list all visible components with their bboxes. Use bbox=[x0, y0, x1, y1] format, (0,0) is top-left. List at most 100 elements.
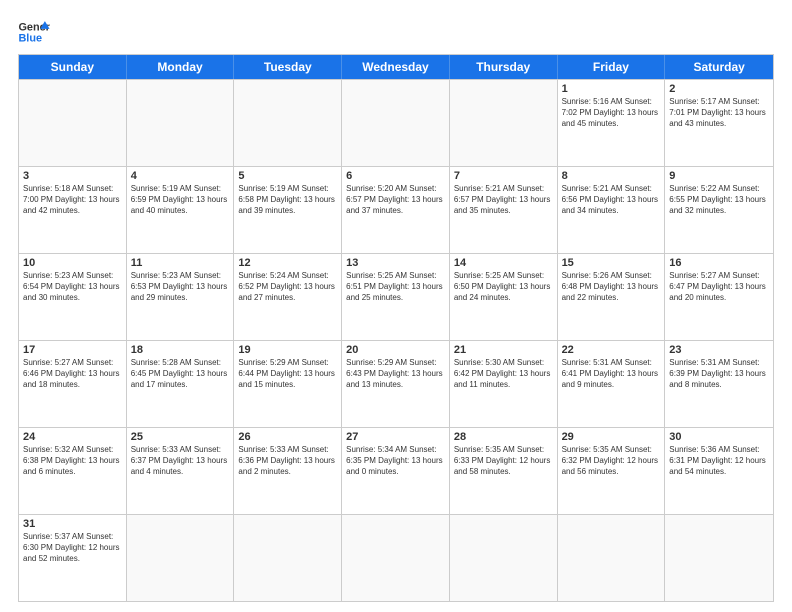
day-number: 2 bbox=[669, 83, 769, 95]
calendar-row-1: 3Sunrise: 5:18 AM Sunset: 7:00 PM Daylig… bbox=[19, 166, 773, 253]
day-info: Sunrise: 5:33 AM Sunset: 6:36 PM Dayligh… bbox=[238, 444, 337, 478]
day-cell-4: 4Sunrise: 5:19 AM Sunset: 6:59 PM Daylig… bbox=[127, 167, 235, 253]
day-cell-15: 15Sunrise: 5:26 AM Sunset: 6:48 PM Dayli… bbox=[558, 254, 666, 340]
weekday-header-tuesday: Tuesday bbox=[234, 55, 342, 79]
weekday-header-sunday: Sunday bbox=[19, 55, 127, 79]
day-cell-17: 17Sunrise: 5:27 AM Sunset: 6:46 PM Dayli… bbox=[19, 341, 127, 427]
day-cell-31: 31Sunrise: 5:37 AM Sunset: 6:30 PM Dayli… bbox=[19, 515, 127, 601]
day-number: 17 bbox=[23, 344, 122, 356]
day-cell-11: 11Sunrise: 5:23 AM Sunset: 6:53 PM Dayli… bbox=[127, 254, 235, 340]
day-number: 20 bbox=[346, 344, 445, 356]
day-info: Sunrise: 5:19 AM Sunset: 6:59 PM Dayligh… bbox=[131, 183, 230, 217]
day-number: 21 bbox=[454, 344, 553, 356]
day-info: Sunrise: 5:32 AM Sunset: 6:38 PM Dayligh… bbox=[23, 444, 122, 478]
day-cell-26: 26Sunrise: 5:33 AM Sunset: 6:36 PM Dayli… bbox=[234, 428, 342, 514]
day-cell-9: 9Sunrise: 5:22 AM Sunset: 6:55 PM Daylig… bbox=[665, 167, 773, 253]
day-cell-20: 20Sunrise: 5:29 AM Sunset: 6:43 PM Dayli… bbox=[342, 341, 450, 427]
day-info: Sunrise: 5:36 AM Sunset: 6:31 PM Dayligh… bbox=[669, 444, 769, 478]
day-number: 18 bbox=[131, 344, 230, 356]
day-number: 16 bbox=[669, 257, 769, 269]
day-info: Sunrise: 5:22 AM Sunset: 6:55 PM Dayligh… bbox=[669, 183, 769, 217]
day-cell-empty-0-4 bbox=[450, 80, 558, 166]
day-cell-empty-5-3 bbox=[342, 515, 450, 601]
day-info: Sunrise: 5:25 AM Sunset: 6:51 PM Dayligh… bbox=[346, 270, 445, 304]
day-cell-5: 5Sunrise: 5:19 AM Sunset: 6:58 PM Daylig… bbox=[234, 167, 342, 253]
day-cell-empty-5-6 bbox=[665, 515, 773, 601]
day-info: Sunrise: 5:33 AM Sunset: 6:37 PM Dayligh… bbox=[131, 444, 230, 478]
calendar-row-3: 17Sunrise: 5:27 AM Sunset: 6:46 PM Dayli… bbox=[19, 340, 773, 427]
calendar: SundayMondayTuesdayWednesdayThursdayFrid… bbox=[18, 54, 774, 602]
day-number: 11 bbox=[131, 257, 230, 269]
day-number: 30 bbox=[669, 431, 769, 443]
day-number: 25 bbox=[131, 431, 230, 443]
day-number: 3 bbox=[23, 170, 122, 182]
day-number: 5 bbox=[238, 170, 337, 182]
day-info: Sunrise: 5:25 AM Sunset: 6:50 PM Dayligh… bbox=[454, 270, 553, 304]
day-number: 10 bbox=[23, 257, 122, 269]
day-cell-19: 19Sunrise: 5:29 AM Sunset: 6:44 PM Dayli… bbox=[234, 341, 342, 427]
day-number: 1 bbox=[562, 83, 661, 95]
day-number: 23 bbox=[669, 344, 769, 356]
day-info: Sunrise: 5:23 AM Sunset: 6:53 PM Dayligh… bbox=[131, 270, 230, 304]
generalblue-logo-icon: General Blue bbox=[18, 18, 50, 46]
day-info: Sunrise: 5:27 AM Sunset: 6:47 PM Dayligh… bbox=[669, 270, 769, 304]
day-info: Sunrise: 5:29 AM Sunset: 6:44 PM Dayligh… bbox=[238, 357, 337, 391]
day-info: Sunrise: 5:29 AM Sunset: 6:43 PM Dayligh… bbox=[346, 357, 445, 391]
logo: General Blue bbox=[18, 18, 50, 46]
day-info: Sunrise: 5:21 AM Sunset: 6:56 PM Dayligh… bbox=[562, 183, 661, 217]
day-cell-8: 8Sunrise: 5:21 AM Sunset: 6:56 PM Daylig… bbox=[558, 167, 666, 253]
day-info: Sunrise: 5:31 AM Sunset: 6:39 PM Dayligh… bbox=[669, 357, 769, 391]
day-number: 26 bbox=[238, 431, 337, 443]
day-cell-empty-5-1 bbox=[127, 515, 235, 601]
day-cell-10: 10Sunrise: 5:23 AM Sunset: 6:54 PM Dayli… bbox=[19, 254, 127, 340]
day-number: 15 bbox=[562, 257, 661, 269]
weekday-header-friday: Friday bbox=[558, 55, 666, 79]
day-number: 29 bbox=[562, 431, 661, 443]
day-number: 31 bbox=[23, 518, 122, 530]
day-number: 28 bbox=[454, 431, 553, 443]
day-number: 14 bbox=[454, 257, 553, 269]
day-number: 12 bbox=[238, 257, 337, 269]
day-info: Sunrise: 5:24 AM Sunset: 6:52 PM Dayligh… bbox=[238, 270, 337, 304]
calendar-row-0: 1Sunrise: 5:16 AM Sunset: 7:02 PM Daylig… bbox=[19, 79, 773, 166]
day-number: 27 bbox=[346, 431, 445, 443]
day-info: Sunrise: 5:35 AM Sunset: 6:33 PM Dayligh… bbox=[454, 444, 553, 478]
calendar-row-4: 24Sunrise: 5:32 AM Sunset: 6:38 PM Dayli… bbox=[19, 427, 773, 514]
day-cell-1: 1Sunrise: 5:16 AM Sunset: 7:02 PM Daylig… bbox=[558, 80, 666, 166]
day-cell-24: 24Sunrise: 5:32 AM Sunset: 6:38 PM Dayli… bbox=[19, 428, 127, 514]
day-cell-30: 30Sunrise: 5:36 AM Sunset: 6:31 PM Dayli… bbox=[665, 428, 773, 514]
day-info: Sunrise: 5:37 AM Sunset: 6:30 PM Dayligh… bbox=[23, 531, 122, 565]
day-info: Sunrise: 5:21 AM Sunset: 6:57 PM Dayligh… bbox=[454, 183, 553, 217]
svg-text:Blue: Blue bbox=[18, 32, 42, 44]
day-cell-empty-5-5 bbox=[558, 515, 666, 601]
day-info: Sunrise: 5:16 AM Sunset: 7:02 PM Dayligh… bbox=[562, 96, 661, 130]
day-cell-16: 16Sunrise: 5:27 AM Sunset: 6:47 PM Dayli… bbox=[665, 254, 773, 340]
day-info: Sunrise: 5:27 AM Sunset: 6:46 PM Dayligh… bbox=[23, 357, 122, 391]
calendar-row-2: 10Sunrise: 5:23 AM Sunset: 6:54 PM Dayli… bbox=[19, 253, 773, 340]
weekday-header-wednesday: Wednesday bbox=[342, 55, 450, 79]
day-cell-14: 14Sunrise: 5:25 AM Sunset: 6:50 PM Dayli… bbox=[450, 254, 558, 340]
day-cell-25: 25Sunrise: 5:33 AM Sunset: 6:37 PM Dayli… bbox=[127, 428, 235, 514]
day-cell-29: 29Sunrise: 5:35 AM Sunset: 6:32 PM Dayli… bbox=[558, 428, 666, 514]
day-cell-7: 7Sunrise: 5:21 AM Sunset: 6:57 PM Daylig… bbox=[450, 167, 558, 253]
day-cell-18: 18Sunrise: 5:28 AM Sunset: 6:45 PM Dayli… bbox=[127, 341, 235, 427]
day-info: Sunrise: 5:35 AM Sunset: 6:32 PM Dayligh… bbox=[562, 444, 661, 478]
day-number: 8 bbox=[562, 170, 661, 182]
calendar-row-5: 31Sunrise: 5:37 AM Sunset: 6:30 PM Dayli… bbox=[19, 514, 773, 601]
day-cell-empty-0-0 bbox=[19, 80, 127, 166]
day-cell-empty-0-1 bbox=[127, 80, 235, 166]
day-cell-2: 2Sunrise: 5:17 AM Sunset: 7:01 PM Daylig… bbox=[665, 80, 773, 166]
day-number: 19 bbox=[238, 344, 337, 356]
header: General Blue bbox=[18, 18, 774, 46]
day-number: 24 bbox=[23, 431, 122, 443]
day-cell-empty-5-2 bbox=[234, 515, 342, 601]
day-info: Sunrise: 5:26 AM Sunset: 6:48 PM Dayligh… bbox=[562, 270, 661, 304]
day-number: 7 bbox=[454, 170, 553, 182]
day-cell-13: 13Sunrise: 5:25 AM Sunset: 6:51 PM Dayli… bbox=[342, 254, 450, 340]
page: General Blue SundayMondayTuesdayWednesda… bbox=[0, 0, 792, 612]
weekday-header-saturday: Saturday bbox=[665, 55, 773, 79]
day-info: Sunrise: 5:31 AM Sunset: 6:41 PM Dayligh… bbox=[562, 357, 661, 391]
day-cell-21: 21Sunrise: 5:30 AM Sunset: 6:42 PM Dayli… bbox=[450, 341, 558, 427]
day-number: 13 bbox=[346, 257, 445, 269]
calendar-header: SundayMondayTuesdayWednesdayThursdayFrid… bbox=[19, 55, 773, 79]
